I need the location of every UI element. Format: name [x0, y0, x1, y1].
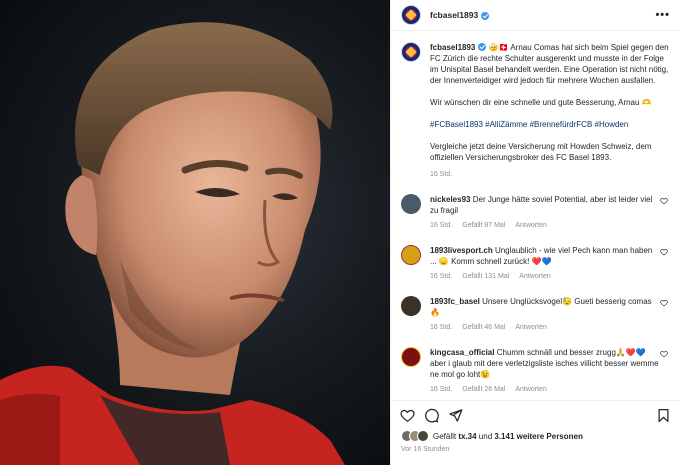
verified-icon	[478, 43, 487, 51]
comment-likes[interactable]: Gefällt 131 Mal	[462, 271, 509, 282]
comment-likes[interactable]: Gefällt 46 Mal	[462, 322, 505, 333]
verified-icon	[481, 12, 490, 20]
comment-likes[interactable]: Gefällt 87 Mal	[462, 220, 505, 231]
post-actions	[391, 400, 680, 430]
like-heart-icon[interactable]	[400, 408, 415, 423]
caption-hashtags[interactable]: #FCBasel1893 #AlliZämme #BrennefürdrFCB …	[430, 119, 670, 130]
heart-icon[interactable]	[660, 197, 668, 205]
comment-item: 1893livesport.ch Unglaublich - wie viel …	[401, 245, 670, 282]
comment-item: kingcasa_official Chumm schnäll und bess…	[401, 347, 670, 393]
reply-button[interactable]: Antworten	[515, 220, 547, 231]
comment-likes[interactable]: Gefällt 26 Mal	[462, 384, 505, 393]
likes-and: und	[476, 431, 495, 441]
post-image	[0, 0, 390, 465]
post-header: fcbasel1893 •••	[391, 0, 680, 31]
comment-time: 16 Std.	[430, 222, 453, 229]
account-name[interactable]: fcbasel1893	[430, 10, 478, 20]
comment-time: 16 Std.	[430, 273, 453, 280]
comment-item: 1893fc_basel Unsere Unglücksvogel😓 Gueti…	[401, 296, 670, 333]
more-icon[interactable]: •••	[655, 9, 670, 21]
heart-icon[interactable]	[660, 299, 668, 307]
share-icon[interactable]	[448, 408, 463, 423]
heart-icon[interactable]	[660, 350, 668, 358]
liker-username[interactable]: tx.34	[458, 432, 476, 441]
caption-wish: Wir wünschen dir eine schnelle und gute …	[430, 98, 652, 107]
comment-avatar[interactable]	[401, 296, 421, 316]
caption-avatar[interactable]	[401, 42, 421, 62]
comment-username[interactable]: nickeles93	[430, 195, 470, 204]
comment-avatar[interactable]	[401, 347, 421, 367]
account-avatar[interactable]	[401, 5, 421, 25]
comment-time: 16 Std.	[430, 324, 453, 331]
post-date: Vor 16 Stunden	[401, 446, 450, 453]
comment-time: 16 Std.	[430, 386, 453, 393]
likes-prefix: Gefällt	[433, 431, 459, 441]
reply-button[interactable]: Antworten	[515, 322, 547, 333]
player-portrait	[0, 22, 345, 465]
heart-icon[interactable]	[660, 248, 668, 256]
comment-item: nickeles93 Der Junge hätte soviel Potent…	[401, 194, 670, 231]
comment-avatar[interactable]	[401, 194, 421, 214]
bookmark-icon[interactable]	[656, 408, 671, 423]
comment-username[interactable]: 1893fc_basel	[430, 297, 480, 306]
likes-count[interactable]: 3.141 weitere Personen	[494, 432, 583, 441]
post-side-panel: fcbasel1893 ••• fcbasel1893 🤕🇨🇭 Arnau Co…	[390, 0, 680, 465]
caption-sponsor: Vergleiche jetzt deine Versicherung mit …	[430, 142, 652, 162]
caption-time: 16 Std.	[430, 171, 453, 178]
fcb-logo-icon	[405, 46, 417, 58]
comments-area[interactable]: fcbasel1893 🤕🇨🇭 Arnau Comas hat sich bei…	[391, 32, 680, 393]
reply-button[interactable]: Antworten	[515, 384, 547, 393]
liker-avatar	[417, 430, 429, 442]
post-caption: fcbasel1893 🤕🇨🇭 Arnau Comas hat sich bei…	[401, 42, 670, 180]
comment-icon[interactable]	[424, 408, 439, 423]
fcb-logo-icon	[405, 9, 417, 21]
reply-button[interactable]: Antworten	[519, 271, 551, 282]
comment-username[interactable]: kingcasa_official	[430, 348, 494, 357]
likes-summary[interactable]: Gefällt tx.34 und 3.141 weitere Personen	[401, 430, 670, 442]
comment-avatar[interactable]	[401, 245, 421, 265]
comment-username[interactable]: 1893livesport.ch	[430, 246, 493, 255]
caption-username[interactable]: fcbasel1893	[430, 43, 475, 52]
